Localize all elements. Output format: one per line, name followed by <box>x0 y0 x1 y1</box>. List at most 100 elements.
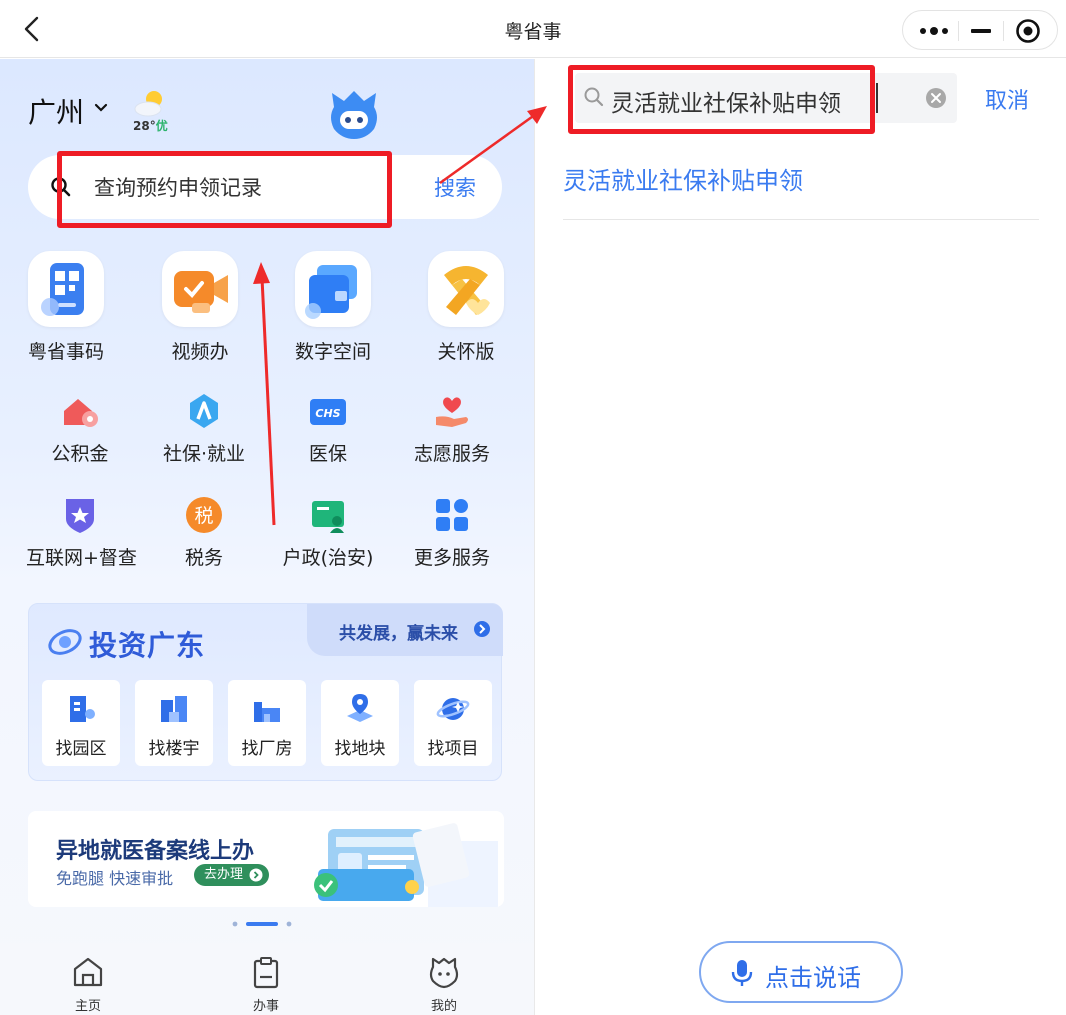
tab-home[interactable]: 主页 <box>58 955 118 1014</box>
service-social-security[interactable]: 社保·就业 <box>158 391 250 466</box>
app-yss-code[interactable]: 粤省事码 <box>26 251 106 364</box>
qr-code-icon <box>28 251 104 327</box>
shield-star-icon <box>60 495 100 535</box>
app-label: 关怀版 <box>437 341 495 363</box>
service-label: 医保 <box>308 443 347 465</box>
search-result-item[interactable]: 灵活就业社保补贴申领 <box>563 161 803 196</box>
park-building-icon <box>70 696 95 722</box>
tax-icon: 税 <box>184 495 224 535</box>
home-icon <box>73 957 103 987</box>
text-cursor <box>876 83 878 113</box>
bottom-tab-bar: 主页 办事 我的 <box>0 943 534 1015</box>
air-quality: 优 <box>155 119 168 133</box>
service-medical-insurance[interactable]: CHS 医保 <box>290 391 366 466</box>
mini-program-capsule <box>902 10 1058 50</box>
app-label: 视频办 <box>171 341 229 363</box>
service-volunteer[interactable]: 志愿服务 <box>412 391 492 466</box>
app-digital-space[interactable]: 数字空间 <box>290 251 376 364</box>
chs-text: CHS <box>315 407 340 420</box>
slogan-text: 共发展，赢未来 <box>339 624 458 644</box>
medical-card-illustration-icon <box>314 823 498 907</box>
more-options-icon[interactable] <box>917 23 951 39</box>
video-camera-icon <box>162 251 238 327</box>
service-label: 更多服务 <box>413 547 490 569</box>
land-pin-icon <box>347 694 373 722</box>
service-label: 户政(治安) <box>282 547 374 569</box>
assistant-mascot-icon[interactable] <box>326 89 382 141</box>
cancel-button[interactable]: 取消 <box>985 83 1029 115</box>
chevron-down-icon <box>94 103 108 112</box>
invest-title: 投资广东 <box>89 629 206 662</box>
voice-input-button[interactable]: 点击说话 <box>699 941 903 1003</box>
city-selector[interactable]: 广州 <box>28 91 108 131</box>
microphone-icon <box>731 960 753 986</box>
tab-label: 我的 <box>430 999 457 1014</box>
temperature: 28° <box>133 119 156 133</box>
factory-icon <box>254 702 280 722</box>
invest-item-label: 找地块 <box>334 739 386 759</box>
search-button[interactable]: 搜索 <box>434 172 476 202</box>
voice-button-label: 点击说话 <box>765 964 861 992</box>
close-target-icon[interactable] <box>1015 18 1041 44</box>
social-security-icon <box>184 391 224 431</box>
user-face-icon <box>429 957 459 989</box>
title-bar: 粤省事 <box>0 0 1066 58</box>
digital-space-icon <box>295 251 371 327</box>
service-tax[interactable]: 税 税务 <box>164 495 244 570</box>
service-label: 社保·就业 <box>162 443 246 465</box>
service-housing-fund[interactable]: 公积金 <box>40 391 120 466</box>
service-internet-supervision[interactable]: 互联网+督查 <box>26 495 137 570</box>
invest-item-project[interactable]: 找项目 <box>414 680 492 766</box>
ribbon-heart-icon <box>428 251 504 327</box>
invest-slogan-link[interactable]: 共发展，赢未来 <box>307 604 503 656</box>
project-planet-icon <box>436 698 470 720</box>
grid-apps-icon <box>432 495 472 535</box>
highlight-box-home-search <box>57 151 392 228</box>
search-pane: 灵活就业社保补贴申领 取消 灵活就业社保补贴申领 点击说话 <box>534 59 1066 1015</box>
arrow-right-circle-icon <box>474 621 490 637</box>
invest-item-building[interactable]: 找楼宇 <box>135 680 213 766</box>
tab-label: 办事 <box>252 999 279 1014</box>
hand-heart-icon <box>432 391 472 431</box>
invest-item-label: 找园区 <box>55 739 107 759</box>
divider <box>563 219 1039 220</box>
invest-logo-icon <box>48 629 82 655</box>
arrow-right-circle-icon <box>249 868 263 882</box>
invest-guangdong-card: 投资广东 共发展，赢未来 找园区 找楼宇 找厂房 找地块 找项目 <box>28 603 503 781</box>
tab-services[interactable]: 办事 <box>236 955 296 1014</box>
invest-item-label: 找厂房 <box>241 739 293 759</box>
app-care-version[interactable]: 关怀版 <box>424 251 508 364</box>
invest-item-park[interactable]: 找园区 <box>42 680 120 766</box>
banner-subtitle: 免跑腿 快速审批 <box>56 869 174 888</box>
office-building-icon <box>161 696 187 722</box>
tab-label: 主页 <box>74 999 101 1014</box>
banner-title: 异地就医备案线上办 <box>56 839 255 864</box>
highlight-box-search-input <box>568 65 875 134</box>
id-card-icon <box>308 495 348 535</box>
invest-item-factory[interactable]: 找厂房 <box>228 680 306 766</box>
weather-readout: 28°优 <box>133 117 168 134</box>
service-label: 志愿服务 <box>413 443 490 465</box>
app-label: 粤省事码 <box>27 341 104 363</box>
invest-item-label: 找楼宇 <box>148 739 200 759</box>
clipboard-icon <box>253 957 279 989</box>
chs-medical-icon: CHS <box>308 391 348 431</box>
app-label: 数字空间 <box>294 341 371 363</box>
service-more[interactable]: 更多服务 <box>412 495 492 570</box>
app-video-office[interactable]: 视频办 <box>158 251 242 364</box>
banner-button-label: 去办理 <box>204 867 244 882</box>
tab-mine[interactable]: 我的 <box>414 955 474 1014</box>
invest-item-land[interactable]: 找地块 <box>321 680 399 766</box>
service-label: 互联网+督查 <box>26 547 137 569</box>
invest-item-label: 找项目 <box>427 739 479 759</box>
service-label: 公积金 <box>51 443 109 465</box>
minimize-icon[interactable] <box>969 21 993 41</box>
city-name: 广州 <box>28 96 85 129</box>
service-label: 税务 <box>184 547 223 569</box>
banner-go-button[interactable]: 去办理 <box>194 864 270 886</box>
clear-icon[interactable] <box>925 87 947 109</box>
service-household-registration[interactable]: 户政(治安) <box>280 495 376 570</box>
tax-glyph: 税 <box>194 505 213 527</box>
remote-medical-banner[interactable]: 异地就医备案线上办 免跑腿 快速审批 去办理 <box>28 811 504 907</box>
house-icon <box>60 391 100 431</box>
